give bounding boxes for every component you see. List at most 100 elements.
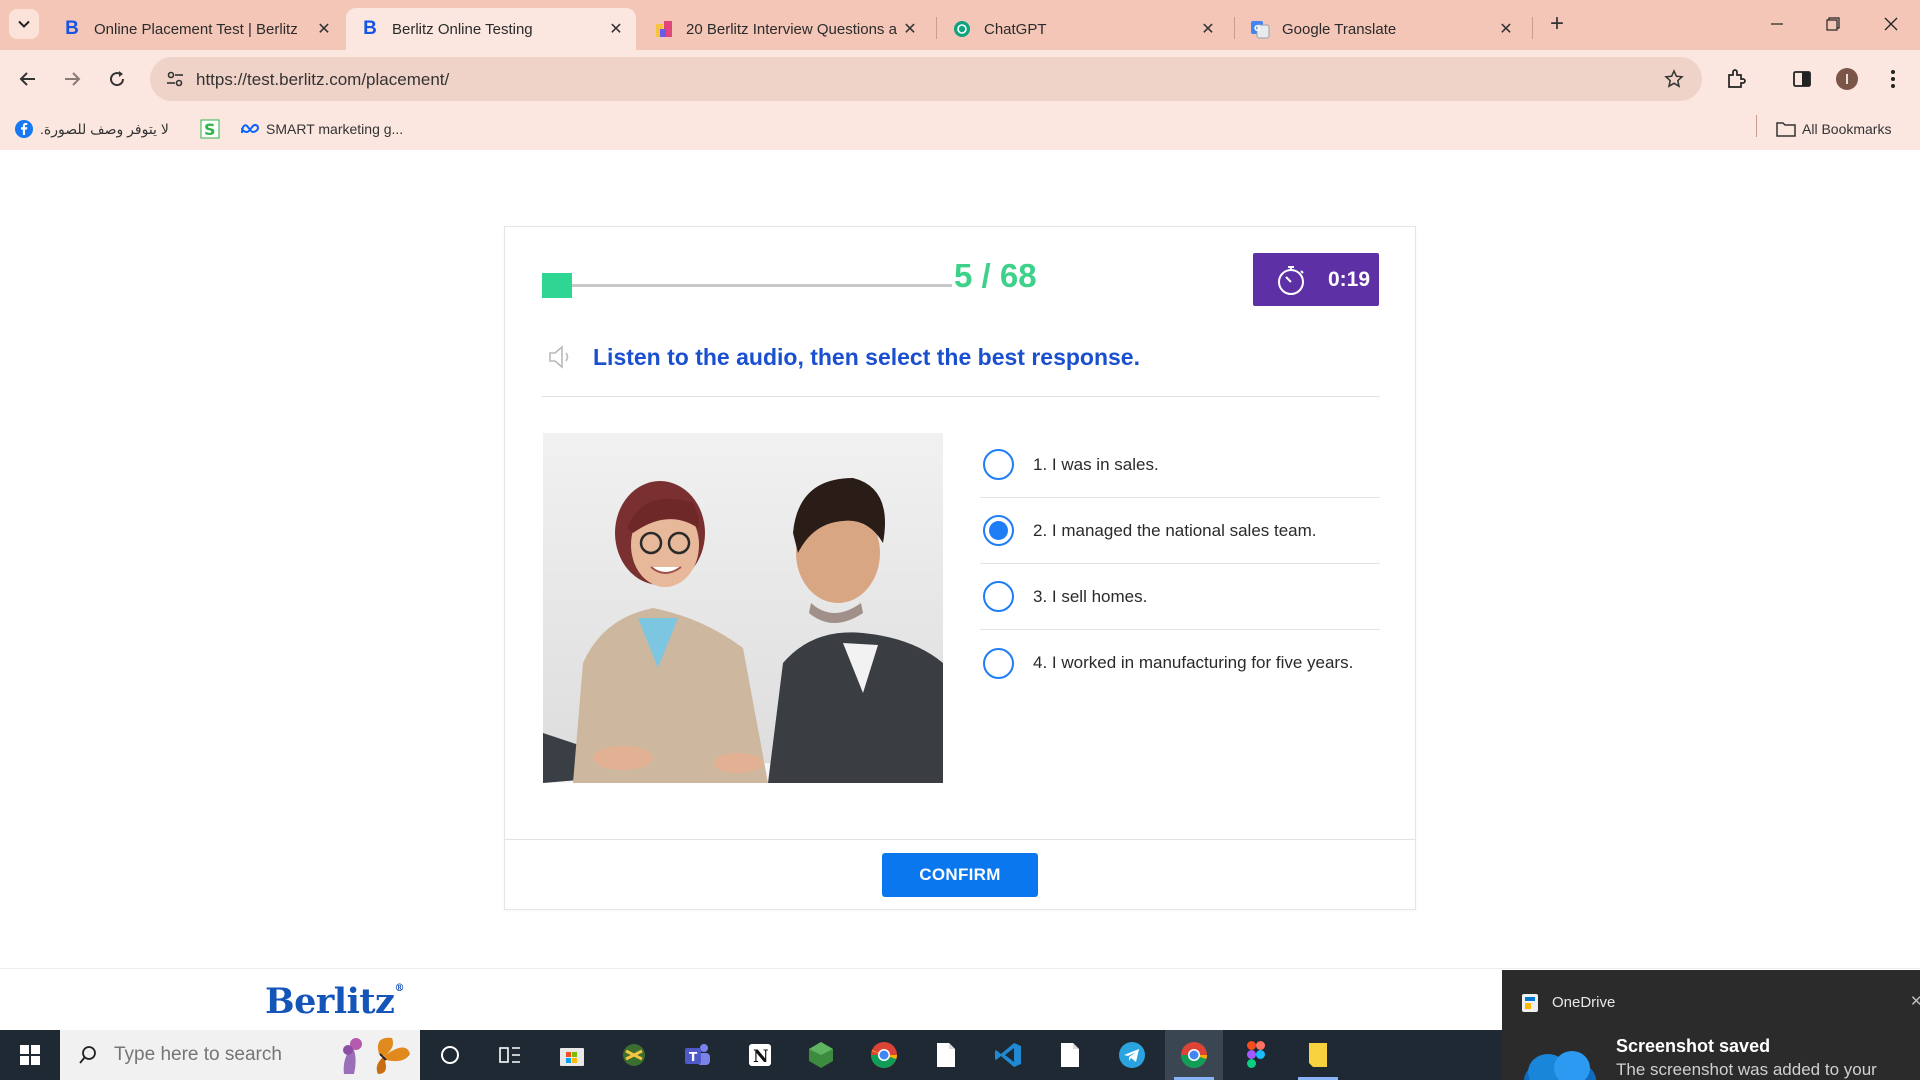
all-bookmarks-button[interactable]: All Bookmarks — [1776, 118, 1891, 140]
chevron-down-icon — [18, 20, 30, 28]
butterfly-icon — [343, 1037, 410, 1074]
close-tab-icon[interactable]: ✕ — [314, 19, 334, 39]
radio-button[interactable] — [983, 515, 1014, 546]
tab-berlitz-online-testing[interactable]: B Berlitz Online Testing ✕ — [346, 8, 636, 50]
taskbar-search-input[interactable] — [114, 1044, 314, 1066]
taskbar-telegram[interactable] — [1103, 1030, 1161, 1080]
chrome-icon — [870, 1042, 897, 1069]
new-tab-button[interactable]: + — [1543, 10, 1571, 38]
address-bar[interactable]: https://test.berlitz.com/placement/ — [150, 57, 1702, 101]
tab-online-placement-test[interactable]: B Online Placement Test | Berlitz ✕ — [48, 8, 344, 50]
bookmark-star-icon[interactable] — [1662, 67, 1686, 91]
radio-button[interactable] — [983, 449, 1014, 480]
tab-chatgpt[interactable]: ChatGPT ✕ — [938, 8, 1228, 50]
microsoft-store-icon — [560, 1048, 584, 1066]
taskbar-file[interactable] — [917, 1030, 975, 1080]
tab-search-button[interactable] — [9, 9, 39, 39]
answer-option-1[interactable]: 1. I was in sales. — [980, 432, 1380, 498]
close-tab-icon[interactable]: ✕ — [606, 19, 626, 39]
figma-icon — [1247, 1041, 1265, 1068]
forward-button[interactable] — [57, 64, 87, 94]
taskbar-app[interactable] — [605, 1030, 663, 1080]
bookmark-smart-marketing[interactable]: SMART marketing g... — [240, 118, 403, 140]
radio-dot — [989, 521, 1008, 540]
taskbar-task-view[interactable] — [481, 1030, 539, 1080]
taskbar-sticky-notes[interactable] — [1289, 1030, 1347, 1080]
windows-icon — [20, 1045, 40, 1065]
back-button[interactable] — [13, 64, 43, 94]
close-tab-icon[interactable]: ✕ — [1496, 19, 1516, 39]
test-card: 5 / 68 0:19 Listen to the audio, then se… — [504, 226, 1416, 910]
url-text[interactable]: https://test.berlitz.com/placement/ — [196, 70, 449, 90]
taskbar-search[interactable] — [60, 1030, 420, 1080]
more-menu-icon[interactable] — [1878, 64, 1908, 94]
question-counter: 5 / 68 — [954, 257, 1037, 294]
answer-option-2[interactable]: 2. I managed the national sales team. — [980, 498, 1380, 564]
berlitz-logo[interactable]: Berlitz® — [265, 981, 404, 1022]
taskbar-figma[interactable] — [1227, 1030, 1285, 1080]
taskbar-store[interactable] — [543, 1030, 601, 1080]
tab-berlitz-interview-questions[interactable]: 20 Berlitz Interview Questions a ✕ — [640, 8, 930, 50]
taskbar-cortana[interactable] — [421, 1030, 479, 1080]
close-window-button[interactable] — [1868, 0, 1914, 48]
taskbar-chrome[interactable] — [855, 1030, 913, 1080]
tab-strip: B Online Placement Test | Berlitz ✕ B Be… — [0, 0, 1920, 50]
speaker-icon[interactable] — [546, 343, 574, 371]
task-view-icon — [499, 1047, 520, 1063]
chatgpt-icon — [952, 19, 972, 39]
tab-separator — [1234, 17, 1235, 39]
extensions-icon[interactable] — [1721, 64, 1751, 94]
restore-button[interactable] — [1810, 0, 1856, 48]
onedrive-app-icon — [1522, 994, 1538, 1012]
confirm-button[interactable]: CONFIRM — [882, 853, 1038, 897]
minimize-button[interactable] — [1754, 0, 1800, 48]
profile-avatar[interactable] — [1832, 64, 1862, 94]
timer-value: 0:19 — [1328, 267, 1371, 291]
sticky-notes-icon — [1309, 1043, 1327, 1067]
side-panel-icon[interactable] — [1787, 64, 1817, 94]
taskbar-teams[interactable]: T — [668, 1030, 726, 1080]
notification-toast[interactable]: OneDrive ✕ Screenshot saved The screensh… — [1502, 970, 1920, 1080]
close-icon[interactable]: ✕ — [1910, 992, 1920, 1010]
start-button[interactable] — [0, 1030, 60, 1080]
close-tab-icon[interactable]: ✕ — [1198, 19, 1218, 39]
file-icon — [937, 1043, 955, 1067]
app-icon — [623, 1044, 645, 1066]
svg-text:G: G — [1254, 24, 1261, 33]
answer-list: 1. I was in sales. 2. I managed the nati… — [980, 432, 1380, 696]
taskbar-file-2[interactable] — [1041, 1030, 1099, 1080]
chrome-icon — [1180, 1042, 1207, 1069]
radio-button[interactable] — [983, 581, 1014, 612]
divider — [505, 839, 1415, 840]
bookmark-facebook[interactable]: لا يتوفر وصف للصورة. — [14, 118, 169, 140]
progress-bar — [542, 273, 952, 298]
taskbar-chrome-active[interactable] — [1165, 1030, 1223, 1080]
reload-button[interactable] — [102, 64, 132, 94]
onedrive-cloud-icon — [1524, 1051, 1596, 1080]
s-logo-icon: S — [200, 119, 220, 139]
taskbar-node[interactable] — [792, 1030, 850, 1080]
close-tab-icon[interactable]: ✕ — [900, 19, 920, 39]
question-instruction: Listen to the audio, then select the bes… — [593, 344, 1140, 370]
glassdoor-icon — [654, 19, 674, 39]
timer-badge: 0:19 — [1253, 253, 1379, 306]
folder-icon — [1776, 119, 1796, 139]
vscode-icon — [995, 1043, 1021, 1067]
page-content: 5 / 68 0:19 Listen to the audio, then se… — [0, 150, 1920, 1030]
answer-option-3[interactable]: 3. I sell homes. — [980, 564, 1380, 630]
site-info-icon[interactable] — [162, 66, 188, 92]
notification-app-name: OneDrive — [1552, 994, 1616, 1011]
answer-option-4[interactable]: 4. I worked in manufacturing for five ye… — [980, 630, 1380, 696]
bookmark-s-logo[interactable]: S — [200, 118, 226, 140]
arrow-right-icon — [65, 72, 81, 86]
svg-text:T: T — [689, 1050, 698, 1064]
tab-google-translate[interactable]: G Google Translate ✕ — [1236, 8, 1526, 50]
taskbar-notion[interactable]: N — [731, 1030, 789, 1080]
taskbar-vscode[interactable] — [979, 1030, 1037, 1080]
restore-icon — [1826, 17, 1840, 31]
answer-label: 4. I worked in manufacturing for five ye… — [1033, 653, 1354, 672]
bookmarks-separator — [1756, 115, 1757, 137]
close-icon — [1884, 17, 1898, 31]
notion-icon: N — [749, 1044, 771, 1067]
radio-button[interactable] — [983, 647, 1014, 679]
